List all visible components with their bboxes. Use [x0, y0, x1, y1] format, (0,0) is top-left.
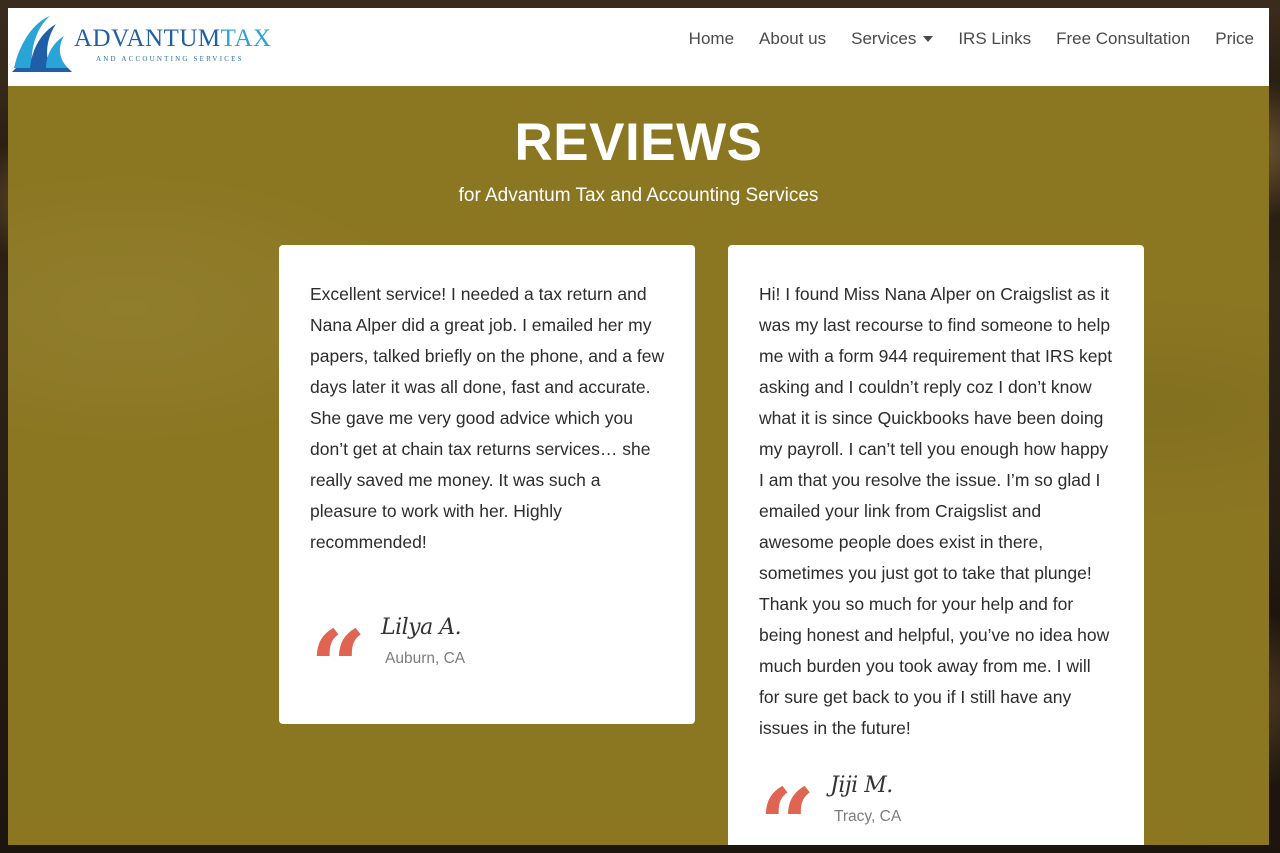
review-location: Tracy, CA [834, 808, 902, 825]
chevron-down-icon [923, 36, 934, 42]
nav-item-services-label: Services [851, 29, 917, 48]
logo-tagline: AND ACCOUNTING SERVICES [96, 55, 244, 63]
review-text: Excellent service! I needed a tax return… [310, 284, 665, 552]
review-card: Hi! I found Miss Nana Alper on Craigslis… [728, 245, 1144, 845]
nav-item-home[interactable]: Home [689, 27, 734, 51]
review-text: Hi! I found Miss Nana Alper on Craigslis… [759, 284, 1113, 738]
review-signature: Jiji M. [830, 773, 893, 798]
review-author: “ Jiji M. Tracy, CA [759, 773, 1059, 835]
quote-icon: “ [310, 627, 366, 677]
logo-wordmark: ADVANTUMTAX [74, 26, 272, 51]
logo-brand-part2: TAX [220, 25, 272, 52]
review-card: Excellent service! I needed a tax return… [279, 245, 695, 724]
site-logo[interactable]: ADVANTUMTAX AND ACCOUNTING SERVICES [10, 12, 272, 74]
review-author: “ Lilya A. Auburn, CA [310, 615, 610, 677]
nav-item-free-consultation[interactable]: Free Consultation [1056, 27, 1190, 51]
review-location: Auburn, CA [385, 650, 466, 667]
nav-item-about-us[interactable]: About us [759, 27, 826, 51]
logo-brand-part1: ADVANTUM [74, 25, 221, 52]
quote-icon: “ [759, 785, 815, 835]
page-title: REVIEWS [514, 113, 763, 172]
nav-item-price[interactable]: Price [1215, 27, 1254, 51]
wave-swoosh-icon [12, 16, 72, 72]
page-subtitle: for Advantum Tax and Accounting Services [458, 185, 819, 206]
nav-item-irs-links[interactable]: IRS Links [958, 27, 1031, 51]
site-header: ADVANTUMTAX AND ACCOUNTING SERVICES Home… [8, 8, 1269, 86]
main-nav: Home About us Services IRS Links Free Co… [664, 27, 1254, 51]
nav-item-services[interactable]: Services [851, 27, 934, 51]
page: ADVANTUMTAX AND ACCOUNTING SERVICES Home… [8, 8, 1269, 845]
review-signature: Lilya A. [381, 615, 462, 640]
